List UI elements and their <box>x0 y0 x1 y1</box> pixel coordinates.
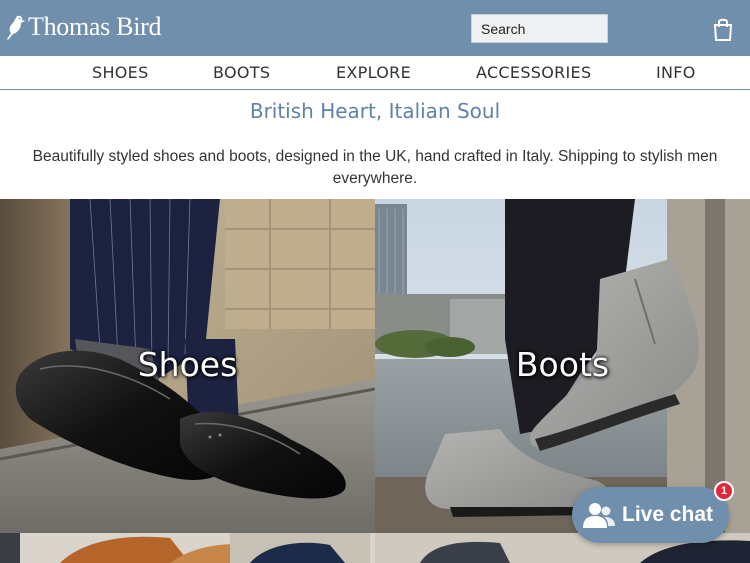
nav-item-shoes[interactable]: SHOES <box>92 56 149 89</box>
chat-unread-badge: 1 <box>714 481 734 501</box>
brand-name: Thomas Bird <box>28 12 162 41</box>
nav-item-accessories[interactable]: ACCESSORIES <box>476 56 591 89</box>
live-chat-label: Live chat <box>622 503 714 526</box>
brand-logo[interactable]: Thomas Bird <box>4 12 161 42</box>
nav-item-info[interactable]: INFO <box>656 56 696 89</box>
chat-people-icon <box>583 503 615 528</box>
intro-text: Beautifully styled shoes and boots, desi… <box>32 148 718 187</box>
search-input[interactable] <box>471 14 608 43</box>
category-tile-shoes[interactable]: Shoes <box>0 199 375 533</box>
main-nav: SHOES BOOTS EXPLORE ACCESSORIES INFO <box>0 56 750 90</box>
category-tile-boots[interactable]: Boots <box>375 199 750 533</box>
header-bar: Thomas Bird <box>0 0 750 56</box>
bird-icon <box>7 15 25 40</box>
shoes-photo <box>0 199 375 533</box>
live-chat-button[interactable]: Live chat <box>572 487 729 543</box>
page-tagline: British Heart, Italian Soul <box>249 99 501 123</box>
nav-item-explore[interactable]: EXPLORE <box>336 56 411 89</box>
shopping-bag-icon[interactable] <box>712 17 734 41</box>
nav-item-boots[interactable]: BOOTS <box>213 56 270 89</box>
boots-photo <box>375 199 750 533</box>
